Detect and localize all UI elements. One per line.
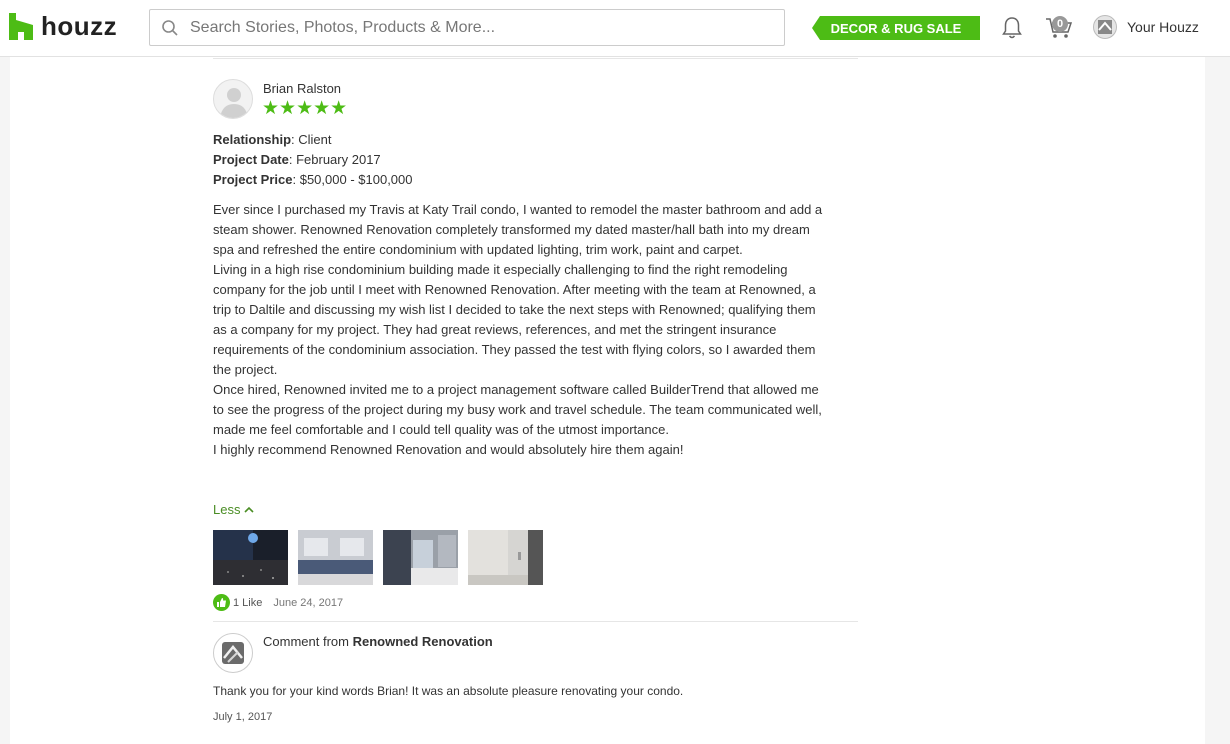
comment-date: July 1, 2017 [213,711,273,723]
show-less-link[interactable]: Less [213,502,255,517]
review-photo-thumbnail[interactable] [468,530,543,585]
comment-text: Thank you for your kind words Brian! It … [213,684,684,698]
divider [213,58,858,59]
thumbs-up-icon[interactable] [213,594,230,611]
project-price-value: : $50,000 - $100,000 [292,172,413,187]
project-price-label: Project Price [213,172,293,187]
review-footer: 1 Like June 24, 2017 [213,594,343,611]
less-label: Less [213,502,241,517]
review-paragraph: I highly recommend Renowned Renovation a… [213,442,684,457]
houzz-logo[interactable]: houzz [9,11,117,41]
star-rating: ★★★★★ [262,98,348,119]
reviewer-avatar[interactable] [213,79,253,119]
project-date-field: Project Date: February 2017 [213,152,381,167]
like-count[interactable]: 1 Like [233,597,262,609]
top-navigation-bar: houzz DECOR & RUG SALE 0 [0,0,1230,57]
reviewer-name[interactable]: Brian Ralston [263,81,341,96]
logo-text: houzz [41,11,118,41]
houzz-logo-icon [9,12,33,40]
company-logo-icon [222,642,244,664]
review-paragraph: Ever since I purchased my Travis at Katy… [213,202,823,257]
comment-header: Comment from Renowned Renovation [263,634,493,649]
default-user-icon [220,88,248,118]
user-avatar [1093,15,1117,39]
sale-banner-button[interactable]: DECOR & RUG SALE [812,16,980,40]
search-input[interactable] [190,18,770,37]
review-date: June 24, 2017 [273,596,344,609]
divider [213,621,858,622]
relationship-label: Relationship [213,132,292,147]
review-paragraph: Living in a high rise condominium buildi… [213,262,816,377]
relationship-field: Relationship: Client [213,132,331,147]
project-date-label: Project Date [213,152,289,167]
comment-prefix: Comment from [263,634,353,649]
review-paragraph: Once hired, Renowned invited me to a pro… [213,382,822,437]
relationship-value: : Client [291,132,332,147]
notification-bell-icon[interactable] [1001,16,1023,45]
project-date-value: : February 2017 [288,152,381,167]
review-photo-thumbnail[interactable] [213,530,288,585]
search-bar[interactable] [149,9,785,46]
comment-author[interactable]: Renowned Renovation [353,634,493,649]
account-menu[interactable]: Your Houzz [1093,15,1199,39]
account-label: Your Houzz [1127,19,1199,35]
company-avatar[interactable] [213,633,253,673]
project-price-field: Project Price: $50,000 - $100,000 [213,172,413,187]
review-photos [213,530,543,585]
review-photo-thumbnail[interactable] [383,530,458,585]
search-icon[interactable] [150,19,190,37]
house-icon [1098,20,1112,34]
review-photo-thumbnail[interactable] [298,530,373,585]
review-body: Ever since I purchased my Travis at Katy… [213,200,825,460]
cart-count-badge: 0 [1052,16,1068,32]
chevron-up-icon [244,506,255,513]
